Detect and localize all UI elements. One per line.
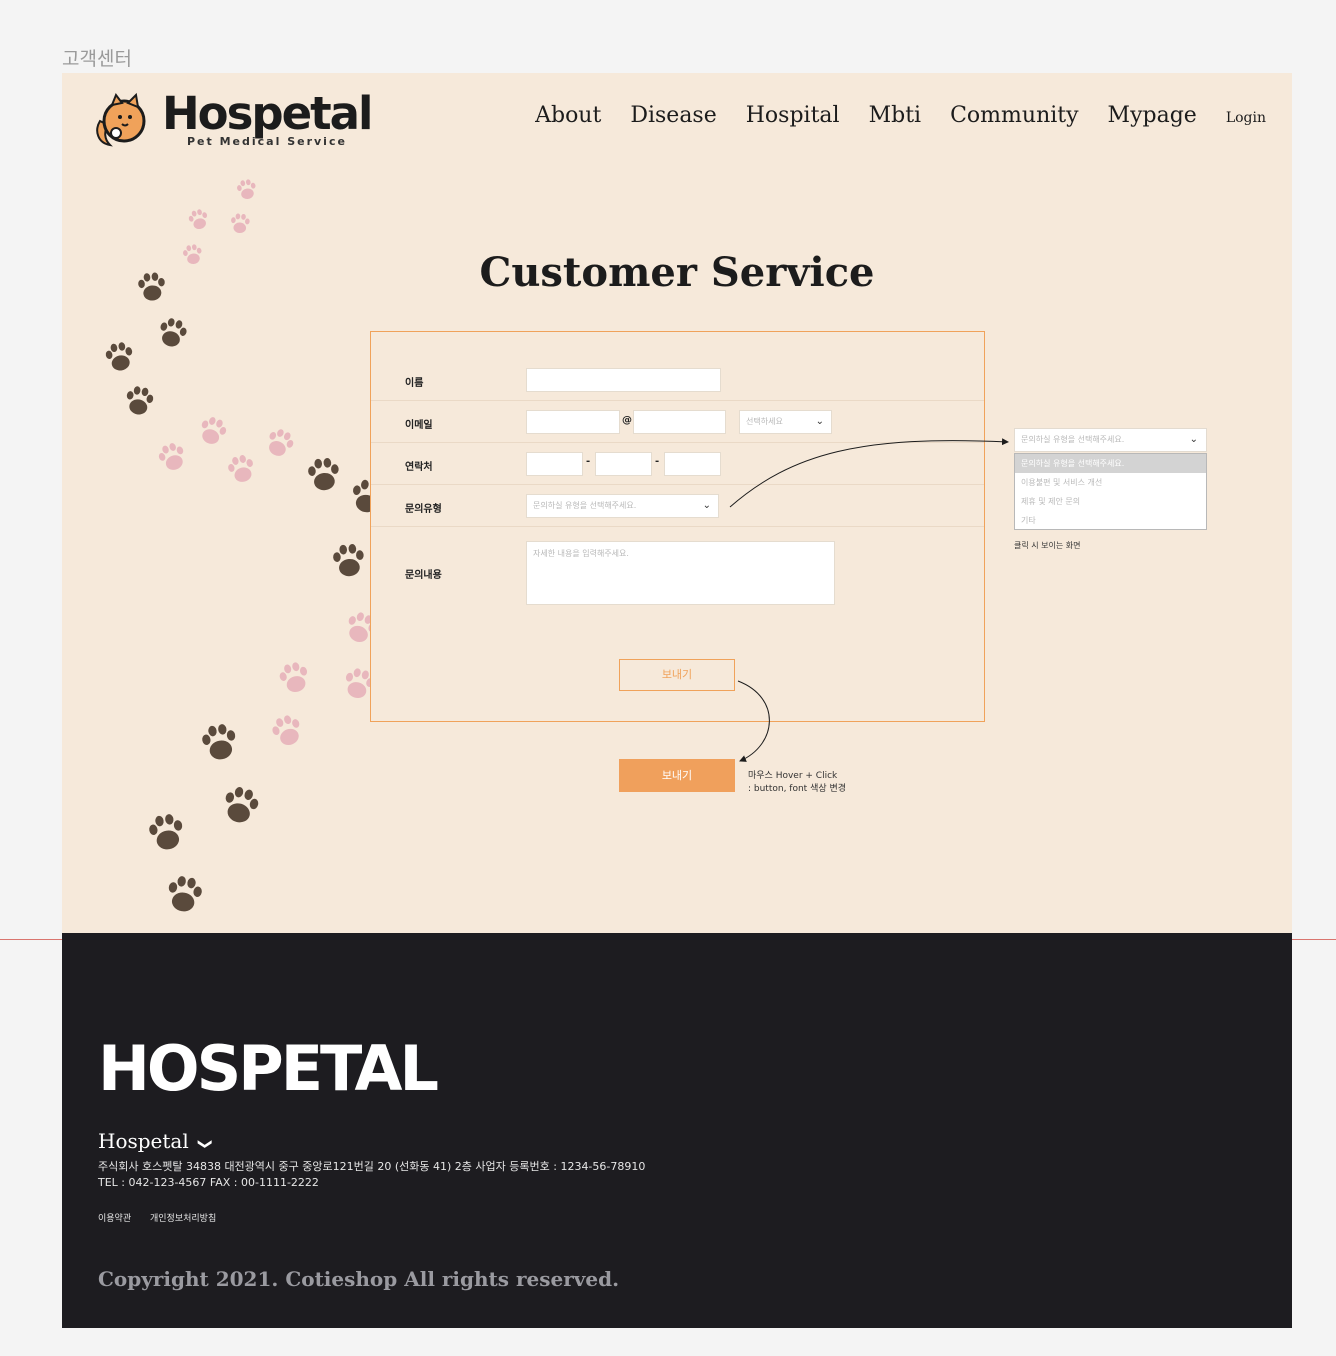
phone-part3-input[interactable]: [664, 452, 721, 476]
form-row-email: 이메일 @ 선택하세요 ⌄: [371, 400, 984, 443]
site-footer: HOSPETAL Hospetal ❯ 주식회사 호스펫탈 34838 대전광역시…: [62, 933, 1292, 1328]
chevron-down-icon: ⌄: [815, 416, 824, 427]
site-logo[interactable]: Hospetal Pet Medical Service: [90, 87, 373, 153]
email-domain-input[interactable]: [633, 410, 726, 434]
name-label: 이름: [405, 378, 424, 389]
footer-links: 이용약관 개인정보처리방침: [98, 1211, 232, 1224]
footer-logo: HOSPETAL: [98, 1029, 450, 1109]
email-at-sign: @: [622, 415, 632, 426]
name-input[interactable]: [526, 368, 721, 392]
dropdown-option[interactable]: 문의하실 유형을 선택해주세요.: [1015, 454, 1206, 473]
chevron-down-icon: ⌄: [702, 500, 711, 511]
email-domain-select[interactable]: 선택하세요 ⌄: [739, 410, 832, 434]
main-section: Hospetal Pet Medical Service About Disea…: [62, 73, 1292, 933]
inquiry-type-select-text: 문의하실 유형을 선택해주세요.: [533, 501, 637, 510]
nav-disease[interactable]: Disease: [630, 103, 716, 128]
footer-copyright: Copyright 2021. Cotieshop All rights res…: [98, 1267, 620, 1291]
hover-note-line: 마우스 Hover + Click: [748, 771, 838, 781]
email-label: 이메일: [405, 420, 433, 431]
content-textarea[interactable]: 자세한 내용을 입력해주세요.: [526, 541, 835, 605]
footer-company-name: Hospetal: [98, 1129, 189, 1153]
logo-wordmark: Hospetal: [162, 87, 373, 140]
footer-link-terms[interactable]: 이용약관: [98, 1214, 131, 1224]
nav-about[interactable]: About: [535, 103, 601, 128]
dropdown-option[interactable]: 기타: [1015, 511, 1206, 530]
footer-logo-text: HOSPETAL: [98, 1032, 439, 1105]
hover-note-line: : button, font 색상 변경: [748, 784, 847, 794]
dropdown-option[interactable]: 이용불편 및 서비스 개선: [1015, 473, 1206, 492]
page-label: 고객센터: [62, 48, 132, 70]
chevron-down-icon: ❯: [196, 1138, 213, 1150]
cat-dog-logo-icon: [96, 92, 146, 147]
dropdown-preview-closed[interactable]: 문의하실 유형을 선택해주세요. ⌄: [1014, 428, 1207, 452]
footer-link-privacy[interactable]: 개인정보처리방침: [150, 1214, 216, 1224]
phone-label: 연락처: [405, 462, 433, 473]
footer-address-block: 주식회사 호스펫탈 34838 대전광역시 중구 중앙로121번길 20 (선화…: [98, 1159, 645, 1191]
dropdown-option[interactable]: 제휴 및 제안 문의: [1015, 492, 1206, 511]
form-row-phone: 연락처 - -: [371, 442, 984, 485]
nav-mypage[interactable]: Mypage: [1108, 103, 1197, 128]
hover-note: 마우스 Hover + Click : button, font 색상 변경: [748, 770, 846, 796]
nav-mbti[interactable]: Mbti: [869, 103, 922, 128]
dropdown-preview-selected: 문의하실 유형을 선택해주세요.: [1021, 435, 1125, 444]
main-nav: About Disease Hospital Mbti Community My…: [535, 103, 1266, 128]
phone-separator: -: [586, 456, 591, 467]
login-link[interactable]: Login: [1226, 110, 1266, 126]
nav-community[interactable]: Community: [950, 103, 1078, 128]
email-domain-select-text: 선택하세요: [746, 417, 783, 426]
logo-subtitle: Pet Medical Service: [187, 135, 347, 148]
send-button[interactable]: 보내기: [619, 659, 735, 691]
type-label: 문의유형: [405, 504, 442, 515]
inquiry-form: 이름 이메일 @ 선택하세요 ⌄ 연락처 - - 문의유형 문의하실 유형을 선…: [370, 331, 985, 722]
form-row-name: 이름: [371, 332, 984, 401]
email-id-input[interactable]: [526, 410, 620, 434]
inquiry-type-select[interactable]: 문의하실 유형을 선택해주세요. ⌄: [526, 494, 719, 518]
footer-company-toggle[interactable]: Hospetal ❯: [98, 1129, 213, 1153]
dropdown-preview-list: 문의하실 유형을 선택해주세요. 이용불편 및 서비스 개선 제휴 및 제안 문…: [1014, 453, 1207, 530]
phone-part1-input[interactable]: [526, 452, 583, 476]
content-label: 문의내용: [405, 570, 442, 581]
chevron-down-icon: ⌄: [1189, 434, 1198, 445]
page-title: Customer Service: [479, 249, 875, 296]
footer-contact: TEL : 042-123-4567 FAX : 00-1111-2222: [98, 1176, 319, 1189]
send-button-hover-preview[interactable]: 보내기: [619, 759, 735, 792]
nav-hospital[interactable]: Hospital: [746, 103, 840, 128]
footer-address: 주식회사 호스펫탈 34838 대전광역시 중구 중앙로121번길 20 (선화…: [98, 1160, 646, 1173]
form-row-type: 문의유형 문의하실 유형을 선택해주세요. ⌄: [371, 484, 984, 527]
dropdown-preview-note: 클릭 시 보이는 화면: [1014, 541, 1081, 550]
phone-part2-input[interactable]: [595, 452, 652, 476]
phone-separator: -: [655, 456, 660, 467]
